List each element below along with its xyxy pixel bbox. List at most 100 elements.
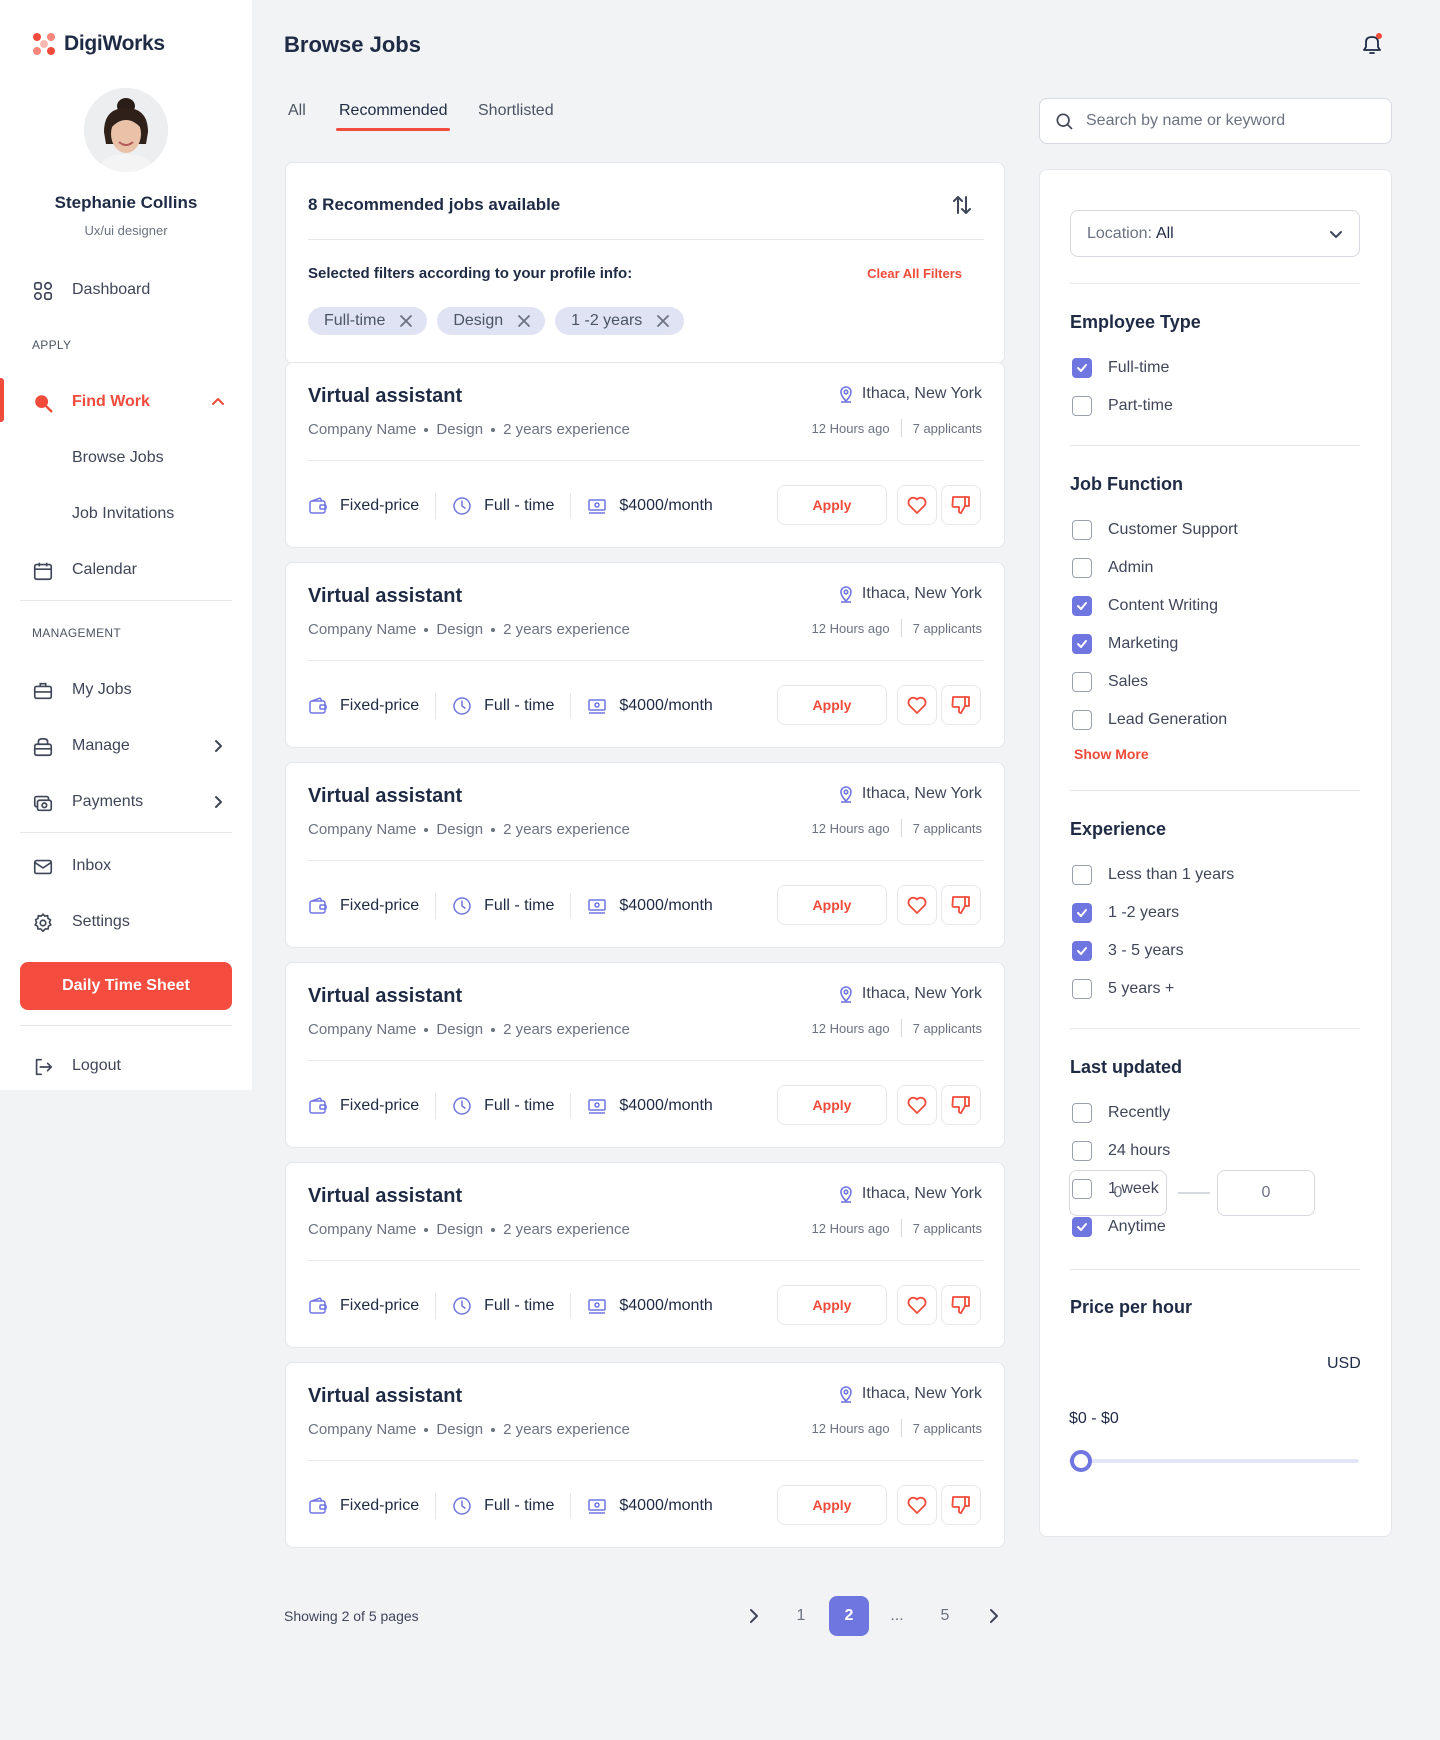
nav-logout[interactable]: Logout <box>0 1046 252 1086</box>
dislike-button[interactable] <box>941 1085 981 1125</box>
job-card[interactable]: Virtual assistant Company Name Design 2 … <box>285 962 1005 1148</box>
apply-button[interactable]: Apply <box>777 1285 887 1325</box>
close-icon[interactable] <box>399 314 413 328</box>
shortlist-button[interactable] <box>897 1485 937 1525</box>
checkbox[interactable] <box>1072 710 1092 730</box>
dislike-button[interactable] <box>941 1485 981 1525</box>
job-card[interactable]: Virtual assistant Company Name Design 2 … <box>285 562 1005 748</box>
apply-button[interactable]: Apply <box>777 685 887 725</box>
dislike-button[interactable] <box>941 885 981 925</box>
shortlist-button[interactable] <box>897 885 937 925</box>
page-button-current[interactable]: 2 <box>829 1596 869 1636</box>
dislike-button[interactable] <box>941 485 981 525</box>
close-icon[interactable] <box>656 314 670 328</box>
clear-all-filters-link[interactable]: Clear All Filters <box>867 266 962 281</box>
experience-option[interactable]: 1 -2 years <box>1072 903 1179 923</box>
nav-payments[interactable]: Payments <box>0 782 252 822</box>
checkbox-checked[interactable] <box>1072 941 1092 961</box>
shortlist-button[interactable] <box>897 485 937 525</box>
tab-all[interactable]: All <box>288 102 306 120</box>
page-button[interactable]: 1 <box>781 1596 821 1636</box>
nav-job-invitations[interactable]: Job Invitations <box>72 505 174 523</box>
checkbox[interactable] <box>1072 558 1092 578</box>
close-icon[interactable] <box>517 314 531 328</box>
last-updated-option[interactable]: Recently <box>1072 1103 1170 1123</box>
job-function-option[interactable]: Content Writing <box>1072 596 1218 616</box>
employee-type-option[interactable]: Part-time <box>1072 396 1173 416</box>
nav-manage-label: Manage <box>72 737 130 754</box>
job-card[interactable]: Virtual assistant Company Name Design 2 … <box>285 762 1005 948</box>
sort-icon[interactable] <box>950 193 974 217</box>
nav-manage[interactable]: Manage <box>0 726 252 766</box>
nav-dashboard[interactable]: Dashboard <box>0 270 252 310</box>
shortlist-button[interactable] <box>897 1285 937 1325</box>
job-card[interactable]: Virtual assistant Company Name Design 2 … <box>285 1162 1005 1348</box>
checkbox-checked[interactable] <box>1072 358 1092 378</box>
show-more-link[interactable]: Show More <box>1074 746 1149 762</box>
avatar[interactable] <box>84 88 168 172</box>
nav-my-jobs[interactable]: My Jobs <box>0 670 252 710</box>
checkbox[interactable] <box>1072 1103 1092 1123</box>
bell-icon[interactable] <box>1360 32 1384 56</box>
job-title[interactable]: Virtual assistant <box>308 1185 462 1208</box>
employee-type-option[interactable]: Full-time <box>1072 358 1169 378</box>
tab-recommended[interactable]: Recommended <box>339 102 448 120</box>
apply-button[interactable]: Apply <box>777 885 887 925</box>
last-updated-option[interactable]: 24 hours <box>1072 1141 1170 1161</box>
checkbox[interactable] <box>1072 520 1092 540</box>
shortlist-button[interactable] <box>897 1085 937 1125</box>
nav-browse-jobs[interactable]: Browse Jobs <box>72 449 164 467</box>
search-input[interactable] <box>1086 112 1376 130</box>
checkbox[interactable] <box>1072 672 1092 692</box>
next-page-button[interactable] <box>973 1596 1013 1636</box>
job-function-option[interactable]: Lead Generation <box>1072 710 1227 730</box>
nav-settings[interactable]: Settings <box>0 902 252 942</box>
apply-button[interactable]: Apply <box>777 1485 887 1525</box>
search-box[interactable] <box>1039 98 1392 144</box>
checkbox-checked[interactable] <box>1072 634 1092 654</box>
checkbox-checked[interactable] <box>1072 903 1092 923</box>
checkbox[interactable] <box>1072 396 1092 416</box>
nav-calendar[interactable]: Calendar <box>0 550 252 590</box>
job-title[interactable]: Virtual assistant <box>308 385 462 408</box>
experience-option[interactable]: 5 years + <box>1072 979 1174 999</box>
location-select[interactable]: Location: All <box>1070 210 1360 257</box>
tab-shortlisted[interactable]: Shortlisted <box>478 102 554 120</box>
job-title[interactable]: Virtual assistant <box>308 785 462 808</box>
prev-page-button[interactable] <box>733 1596 773 1636</box>
chevron-up-icon[interactable] <box>210 394 226 410</box>
nav-inbox[interactable]: Inbox <box>0 846 252 886</box>
checkbox[interactable] <box>1072 979 1092 999</box>
price-max-input[interactable]: 0 <box>1217 1170 1315 1216</box>
job-card[interactable]: Virtual assistant Company Name Design 2 … <box>285 362 1005 548</box>
nav-find-work[interactable]: Find Work <box>0 382 252 422</box>
page-button[interactable]: 5 <box>925 1596 965 1636</box>
last-updated-option[interactable]: Anytime <box>1072 1217 1166 1237</box>
dislike-button[interactable] <box>941 1285 981 1325</box>
job-function-option[interactable]: Customer Support <box>1072 520 1238 540</box>
checkbox[interactable] <box>1072 1141 1092 1161</box>
price-min-input[interactable]: 0 <box>1069 1170 1167 1216</box>
experience-option[interactable]: Less than 1 years <box>1072 865 1234 885</box>
chevron-right-icon[interactable] <box>210 794 226 810</box>
experience-option[interactable]: 3 - 5 years <box>1072 941 1184 961</box>
job-title[interactable]: Virtual assistant <box>308 1385 462 1408</box>
apply-button[interactable]: Apply <box>777 485 887 525</box>
price-slider-track[interactable] <box>1069 1459 1359 1463</box>
job-function-option[interactable]: Marketing <box>1072 634 1178 654</box>
logo[interactable]: DigiWorks <box>32 32 165 56</box>
job-title[interactable]: Virtual assistant <box>308 985 462 1008</box>
checkbox-checked[interactable] <box>1072 596 1092 616</box>
price-slider-handle[interactable] <box>1070 1450 1092 1472</box>
job-card[interactable]: Virtual assistant Company Name Design 2 … <box>285 1362 1005 1548</box>
dislike-button[interactable] <box>941 685 981 725</box>
checkbox-checked[interactable] <box>1072 1217 1092 1237</box>
shortlist-button[interactable] <box>897 685 937 725</box>
job-title[interactable]: Virtual assistant <box>308 585 462 608</box>
chevron-right-icon[interactable] <box>210 738 226 754</box>
job-function-option[interactable]: Sales <box>1072 672 1148 692</box>
checkbox[interactable] <box>1072 865 1092 885</box>
apply-button[interactable]: Apply <box>777 1085 887 1125</box>
daily-time-sheet-button[interactable]: Daily Time Sheet <box>20 962 232 1010</box>
job-function-option[interactable]: Admin <box>1072 558 1153 578</box>
